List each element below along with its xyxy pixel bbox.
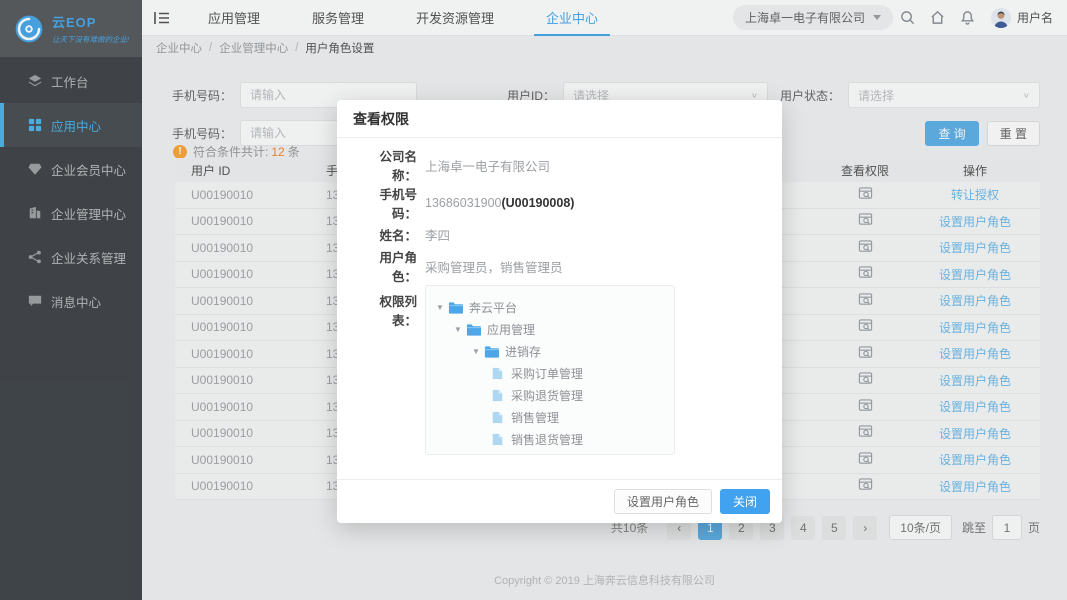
- folder-icon: [484, 345, 499, 358]
- company-name-value: 上海卓一电子有限公司: [425, 159, 551, 174]
- file-icon: [492, 389, 503, 401]
- file-icon: [492, 411, 503, 423]
- phone-value: 13686031900(U00190008): [425, 196, 575, 210]
- permission-tree: ▼ 奔云平台 ▼ 应用管理 ▼ 进销存 采购订单管理 采购退货管理 销售管理 销…: [425, 285, 675, 455]
- name-label: 姓名：: [379, 229, 417, 243]
- tree-node[interactable]: ▼ 采购订单管理: [434, 362, 666, 384]
- company-name-label: 公司名称：: [379, 150, 417, 183]
- tree-node[interactable]: ▼ 销售退货管理: [434, 428, 666, 450]
- name-value: 李四: [425, 229, 451, 243]
- set-user-role-button[interactable]: 设置用户角色: [613, 489, 712, 514]
- tree-node[interactable]: ▼ 奔云平台: [434, 296, 666, 318]
- user-code: (U00190008): [501, 196, 575, 210]
- caret-down-icon[interactable]: ▼: [472, 347, 484, 356]
- tree-node-label: 销售退货管理: [511, 432, 584, 447]
- caret-down-icon[interactable]: ▼: [436, 303, 448, 312]
- tree-node-label: 采购退货管理: [511, 388, 584, 403]
- folder-icon: [466, 323, 481, 336]
- tree-node[interactable]: ▼ 销售管理: [434, 406, 666, 428]
- view-permission-modal: 查看权限 公司名称： 上海卓一电子有限公司 手机号码： 13686031900(…: [337, 100, 782, 523]
- phone-label: 手机号码：: [379, 188, 417, 221]
- tree-node-label: 销售管理: [511, 410, 560, 425]
- modal-title: 查看权限: [337, 100, 782, 138]
- tree-node[interactable]: ▼ 进销存: [434, 340, 666, 362]
- tree-node-label: 进销存: [505, 344, 542, 359]
- caret-down-icon[interactable]: ▼: [454, 325, 466, 334]
- tree-node[interactable]: ▼ 应用管理: [434, 318, 666, 340]
- user-role-label: 用户角色：: [379, 251, 417, 284]
- folder-icon: [448, 301, 463, 314]
- file-icon: [492, 433, 503, 445]
- tree-node-label: 奔云平台: [469, 300, 518, 315]
- file-icon: [492, 367, 503, 379]
- permission-list-label: 权限列表：: [379, 295, 417, 328]
- tree-node-label: 应用管理: [487, 322, 536, 337]
- user-role-value: 采购管理员，销售管理员: [425, 260, 563, 275]
- close-button[interactable]: 关闭: [719, 489, 770, 514]
- tree-node[interactable]: ▼ 采购退货管理: [434, 384, 666, 406]
- tree-node-label: 采购订单管理: [511, 366, 584, 381]
